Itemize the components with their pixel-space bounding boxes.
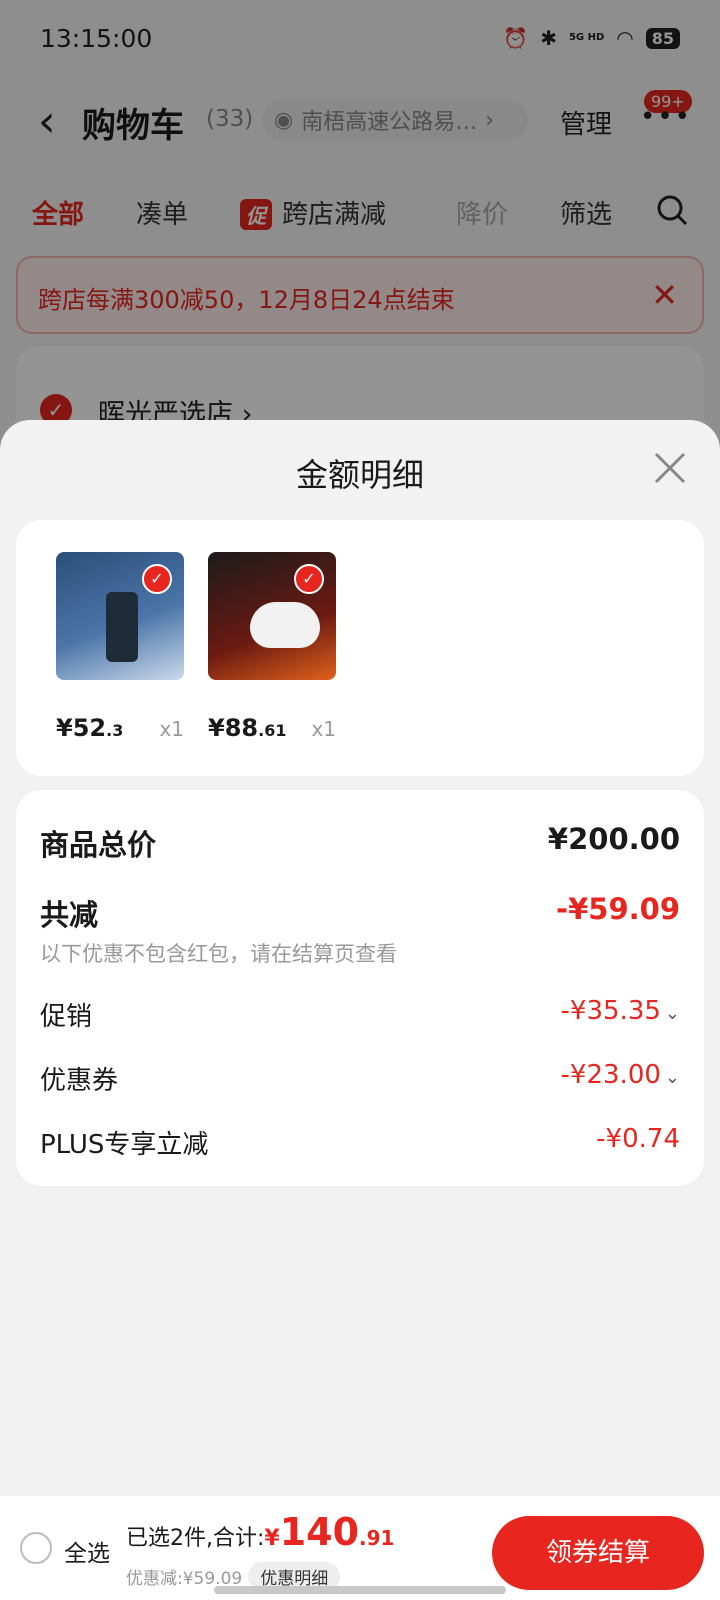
check-icon: ✓ xyxy=(142,564,172,594)
close-icon[interactable] xyxy=(650,448,690,488)
total-decimal: .91 xyxy=(359,1526,395,1550)
coupon-label: 优惠券 xyxy=(40,1066,119,1096)
checkout-bar: 全选 已选2件,合计:¥140.91 优惠减:¥59.09 优惠明细 领券结算 xyxy=(0,1496,720,1600)
item-price-row: ¥88.61 x1 xyxy=(208,714,336,742)
selected-item[interactable]: ✓ ¥52.3 x1 xyxy=(56,552,192,742)
total-off-value: -¥59.09 xyxy=(556,892,680,926)
amount-detail-sheet: 金额明细 ✓ ¥52.3 x1 ✓ ¥88.61 x1 商品总价 ¥200.00… xyxy=(0,420,720,1600)
plus-label: PLUS专享立减 xyxy=(40,1130,209,1160)
selected-total: 已选2件,合计:¥140.91 xyxy=(126,1510,394,1554)
product-mouse-shape xyxy=(250,602,320,648)
item-price-int: ¥52 xyxy=(56,714,107,742)
item-price-int: ¥88 xyxy=(208,714,259,742)
promo-amount: -¥35.35 xyxy=(560,996,661,1026)
select-all-label[interactable]: 全选 xyxy=(64,1534,110,1568)
sheet-title: 金额明细 xyxy=(295,456,424,494)
product-device-shape xyxy=(106,592,138,662)
selected-item[interactable]: ✓ ¥88.61 x1 xyxy=(208,552,344,742)
selected-items-card: ✓ ¥52.3 x1 ✓ ¥88.61 x1 xyxy=(16,520,704,776)
check-icon: ✓ xyxy=(294,564,324,594)
home-indicator xyxy=(214,1586,506,1594)
item-qty: x1 xyxy=(159,717,184,741)
item-price-row: ¥52.3 x1 xyxy=(56,714,184,742)
goods-total-label: 商品总价 xyxy=(40,828,157,862)
total-off-label: 共减 xyxy=(40,898,99,932)
coupon-value: -¥23.00 ⌄ xyxy=(561,1060,680,1090)
item-price: ¥88.61 xyxy=(208,714,286,742)
coupon-amount: -¥23.00 xyxy=(560,1060,661,1090)
plus-value: -¥0.74 xyxy=(596,1124,680,1154)
selected-count-text: 已选2件,合计: xyxy=(126,1526,265,1551)
chevron-down-icon: ⌄ xyxy=(664,1067,680,1088)
total-integer: 140 xyxy=(279,1510,360,1554)
item-price: ¥52.3 xyxy=(56,714,123,742)
item-qty: x1 xyxy=(311,717,336,741)
chevron-down-icon: ⌄ xyxy=(664,1003,680,1024)
total-currency: ¥ xyxy=(264,1526,280,1551)
product-image: ✓ xyxy=(56,552,184,680)
select-all-checkbox[interactable] xyxy=(20,1532,52,1564)
promo-value: -¥35.35 ⌄ xyxy=(561,996,680,1026)
item-price-dec: .61 xyxy=(258,721,287,740)
price-summary-card: 商品总价 ¥200.00 共减 -¥59.09 以下优惠不包含红包，请在结算页查… xyxy=(16,790,704,1186)
promo-label: 促销 xyxy=(40,1002,93,1032)
item-price-dec: .3 xyxy=(106,721,124,740)
product-image: ✓ xyxy=(208,552,336,680)
checkout-button[interactable]: 领券结算 xyxy=(492,1516,704,1590)
discount-note: 以下优惠不包含红包，请在结算页查看 xyxy=(40,942,397,966)
goods-total-value: ¥200.00 xyxy=(547,822,680,856)
